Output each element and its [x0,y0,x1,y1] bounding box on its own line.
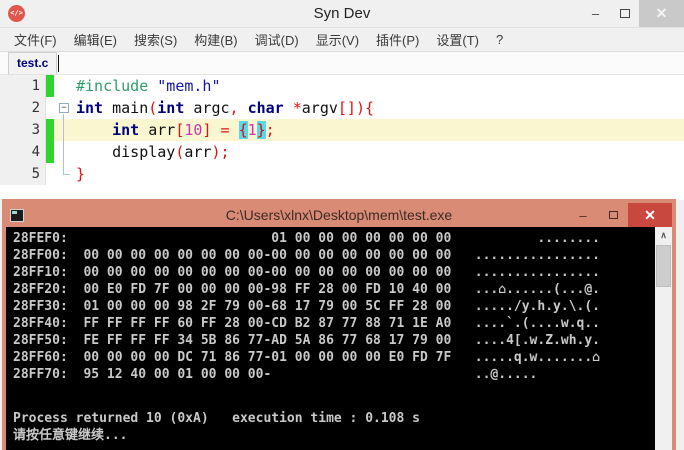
code-token: display [76,143,176,161]
code-token: argv [301,99,338,117]
fold-margin [54,75,76,97]
code-token: arr [139,121,176,139]
menu-bar: 文件(F) 编辑(E) 搜索(S) 构建(B) 调试(D) 显示(V) 插件(P) 设置(T)… [0,28,684,52]
code-text: } [76,163,684,185]
console-prompt-line: 请按任意键继续... [13,428,128,443]
line-number: 2 [0,97,46,119]
code-token: , [229,99,239,117]
code-token: 10 [184,121,203,139]
change-marker [46,119,54,141]
code-line[interactable]: 5} [0,163,684,185]
code-editor[interactable]: 1 #include "mem.h" 2− int main(int argc, ch… [0,75,684,200]
code-token: * [292,99,302,117]
line-number: 4 [0,141,46,163]
change-marker [46,75,54,97]
menu-item[interactable]: 调试(D) [255,30,299,49]
editor-rows: 1 #include "mem.h" 2− int main(int argc, ch… [0,75,684,185]
maximize-icon [619,9,630,18]
code-token: main [103,99,149,117]
fold-margin [54,163,76,185]
code-token: #include [76,77,149,95]
code-token: int [157,99,185,117]
code-text: int main(int argc, char *argv[]){ [76,97,684,119]
scroll-up-icon[interactable]: ∧ [655,227,672,244]
menu-item[interactable]: 构建(B) [194,30,237,49]
console-scrollbar[interactable]: ∧ [655,227,672,450]
fold-margin [54,141,76,163]
code-token: argc [184,99,230,117]
code-line[interactable]: 1 #include "mem.h" [0,75,684,97]
code-token: 1 [247,121,257,139]
menu-item[interactable]: 搜索(S) [134,30,177,49]
console-output: 28FEF0: 01 00 00 00 00 00 00 00 ........… [13,231,600,382]
code-text: int arr[10] = {1}; [76,119,684,141]
code-token: char [247,99,284,117]
menu-item[interactable]: 显示(V) [316,30,359,49]
marker-gutter [46,97,54,119]
menu-item[interactable]: 文件(F) [14,30,57,49]
code-text: #include "mem.h" [76,75,684,97]
code-token: = [220,121,230,139]
code-line[interactable]: 3 int arr[10] = {1}; [0,119,684,141]
code-token: int [112,121,140,139]
code-token: ( [148,99,158,117]
menu-item[interactable]: 插件(P) [376,30,419,49]
line-number: 1 [0,75,46,97]
fold-collapse-icon[interactable]: − [59,103,69,113]
code-line[interactable]: 4 display(arr); [0,141,684,163]
code-token: } [76,165,86,183]
scrollbar-thumb[interactable] [656,245,671,287]
console-window: C:\Users\xlnx\Desktop\mem\test.exe – ✕ 2… [2,199,676,450]
code-token: ; [265,121,275,139]
code-token: arr [184,143,212,161]
console-minimize-button[interactable]: – [568,203,598,227]
change-marker [46,141,54,163]
code-token: "mem.h" [157,77,221,95]
console-maximize-button[interactable] [598,203,628,227]
tab-bar: test.c [0,52,684,75]
menu-item[interactable]: ? [496,32,503,47]
line-number: 3 [0,119,46,141]
minimize-button[interactable]: – [581,0,610,27]
console-titlebar[interactable]: C:\Users\xlnx\Desktop\mem\test.exe – ✕ [6,203,672,227]
fold-margin [54,119,76,141]
console-status-line: Process returned 10 (0xA) execution time… [13,411,420,426]
code-token: ); [211,143,230,161]
tab-test-c[interactable]: test.c [8,52,58,74]
fold-toggle[interactable]: − [54,97,76,119]
console-content[interactable]: 28FEF0: 01 00 00 00 00 00 00 00 ........… [6,227,672,450]
code-line[interactable]: 2− int main(int argc, char *argv[]){ [0,97,684,119]
console-close-button[interactable]: ✕ [628,203,672,227]
code-token: } [256,121,266,139]
text-caret [58,55,60,72]
code-text: display(arr); [76,141,684,163]
menu-item[interactable]: 设置(T) [436,30,479,49]
maximize-button[interactable] [610,0,639,27]
close-button[interactable]: ✕ [639,0,684,27]
ide-titlebar[interactable]: </> Syn Dev – ✕ [0,0,684,28]
line-number: 5 [0,163,46,185]
code-token: []){ [337,99,375,117]
menu-item[interactable]: 编辑(E) [74,30,117,49]
marker-gutter [46,163,54,185]
console-maximize-icon [608,211,618,219]
code-token: int [76,99,104,117]
code-token: { [238,121,248,139]
